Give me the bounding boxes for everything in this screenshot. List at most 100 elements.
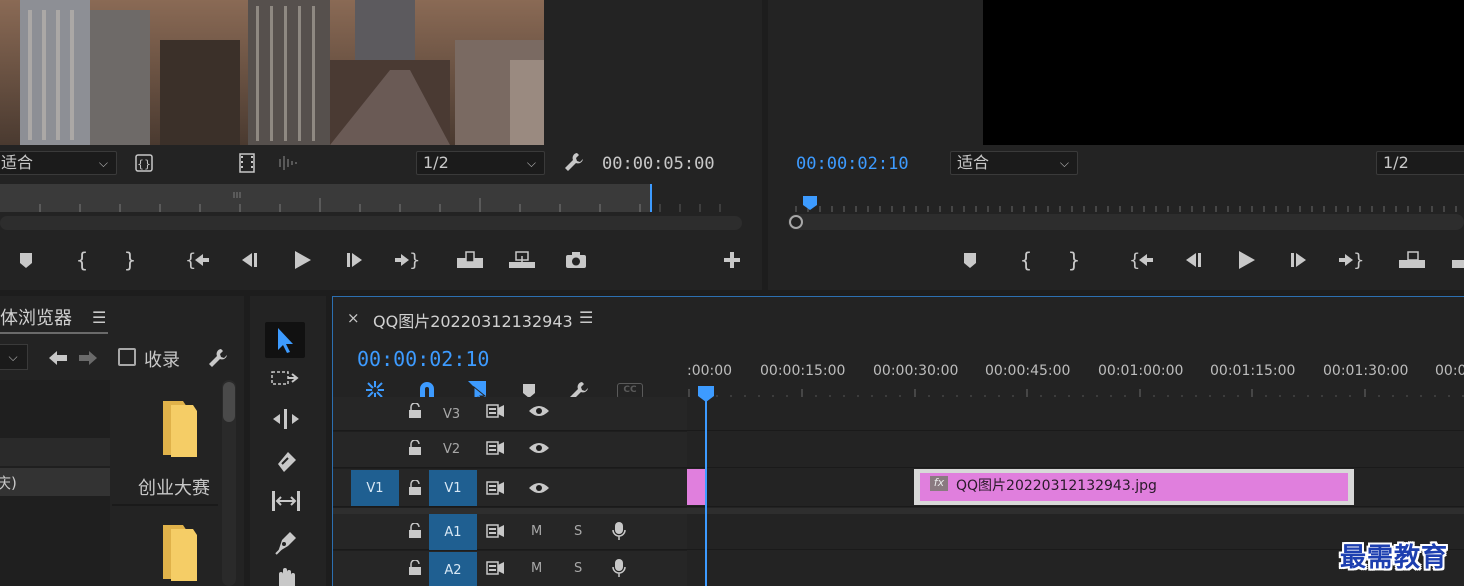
go-to-out-icon[interactable]: }	[1336, 248, 1364, 272]
program-fit-dropdown[interactable]: 适合 ⌵	[950, 151, 1078, 175]
back-arrow-icon[interactable]	[46, 346, 70, 370]
source-time-ruler[interactable]	[0, 184, 650, 212]
chevron-down-icon: ⌵	[1059, 156, 1069, 170]
play-icon[interactable]	[1232, 246, 1260, 274]
lane-v3[interactable]	[687, 397, 1464, 431]
source-scrollbar[interactable]	[0, 216, 742, 230]
program-timecode[interactable]: 00:00:02:10	[796, 154, 909, 174]
insert-icon[interactable]	[454, 248, 486, 272]
mute-button[interactable]: M	[531, 561, 542, 576]
solo-button[interactable]: S	[574, 524, 582, 539]
lock-icon[interactable]	[405, 558, 425, 578]
project-panel-tab-underline	[0, 332, 108, 334]
insert-bracket-icon[interactable]: {}	[133, 152, 155, 174]
track-select-tool-icon[interactable]	[268, 366, 304, 390]
wrench-icon[interactable]	[206, 346, 230, 370]
go-to-in-icon[interactable]: {	[184, 248, 212, 272]
eye-icon[interactable]	[527, 438, 551, 458]
step-back-icon[interactable]	[1180, 248, 1206, 272]
extract-icon[interactable]	[1448, 248, 1464, 272]
mark-in-icon[interactable]: {	[1014, 248, 1038, 272]
source-resolution-label: 1/2	[423, 153, 449, 172]
program-scrollbar[interactable]	[788, 214, 1464, 230]
lock-icon[interactable]	[405, 478, 425, 498]
sync-lock-icon[interactable]	[485, 478, 507, 498]
sequence-tab-title[interactable]: QQ图片20220312132943	[373, 308, 573, 332]
go-to-in-icon[interactable]: {	[1128, 248, 1156, 272]
lift-icon[interactable]	[1396, 248, 1428, 272]
program-resolution-dropdown[interactable]: 1/2	[1376, 151, 1464, 175]
step-back-icon[interactable]	[236, 248, 262, 272]
eye-icon[interactable]	[527, 401, 551, 421]
program-playhead[interactable]	[802, 195, 818, 211]
track-a1-target[interactable]: A1	[429, 514, 477, 550]
lock-icon[interactable]	[405, 401, 425, 421]
slip-tool-icon[interactable]	[268, 488, 304, 514]
project-scroll-thumb[interactable]	[223, 382, 235, 422]
audio-waveform-icon[interactable]	[272, 152, 300, 174]
lane-v2[interactable]	[687, 432, 1464, 468]
hand-tool-icon[interactable]	[268, 566, 304, 586]
timeline-playhead[interactable]	[697, 385, 715, 403]
timeline-playhead-line[interactable]	[705, 393, 707, 586]
track-v1-target[interactable]: V1	[429, 470, 477, 506]
mark-out-icon[interactable]: }	[118, 248, 142, 272]
sync-lock-icon[interactable]	[485, 438, 507, 458]
view-dropdown[interactable]: ⌵	[0, 344, 28, 370]
microphone-icon[interactable]	[609, 557, 629, 579]
source-ruler-tail	[650, 184, 750, 212]
clip-segment-start[interactable]	[687, 469, 705, 505]
sync-lock-icon[interactable]	[485, 401, 507, 421]
razor-tool-icon[interactable]	[268, 448, 304, 474]
film-strip-icon[interactable]	[236, 152, 258, 174]
step-forward-icon[interactable]	[342, 248, 368, 272]
folder-icon	[155, 398, 205, 458]
clip-body[interactable]: fx QQ图片20220312132943.jpg	[920, 473, 1348, 501]
camera-icon[interactable]	[562, 248, 590, 272]
folder-icon	[155, 522, 205, 582]
panel-menu-icon[interactable]: ☰	[579, 308, 593, 327]
favorites-checkbox[interactable]	[118, 348, 136, 366]
plus-icon[interactable]	[720, 248, 744, 272]
sync-lock-icon[interactable]	[485, 558, 507, 578]
folder-name-1: 创业大赛	[138, 478, 210, 499]
eye-icon[interactable]	[527, 478, 551, 498]
mute-button[interactable]: M	[531, 524, 542, 539]
go-to-out-icon[interactable]: }	[392, 248, 420, 272]
clip-selected-outline[interactable]: fx QQ图片20220312132943.jpg	[914, 469, 1354, 505]
program-time-ruler[interactable]	[788, 196, 1464, 212]
program-scroll-handle[interactable]	[789, 215, 803, 229]
tree-row-selected[interactable]	[0, 438, 110, 466]
track-v3-header: V3	[333, 397, 687, 431]
fx-badge: fx	[930, 476, 948, 491]
track-a2-target[interactable]: A2	[429, 552, 477, 586]
program-fit-label: 适合	[957, 153, 990, 172]
microphone-icon[interactable]	[609, 520, 629, 542]
add-marker-icon[interactable]	[958, 248, 982, 272]
source-monitor-panel: 适合 ⌵ {} 1/2 ⌵ 00:00:05:00 { } { }	[0, 0, 762, 290]
step-forward-icon[interactable]	[1286, 248, 1312, 272]
source-fit-label: 适合	[1, 153, 34, 172]
sync-lock-icon[interactable]	[485, 521, 507, 541]
lock-icon[interactable]	[405, 521, 425, 541]
source-v1-patch[interactable]: V1	[351, 470, 399, 506]
play-icon[interactable]	[288, 246, 316, 274]
source-resolution-dropdown[interactable]: 1/2 ⌵	[416, 151, 545, 175]
pen-tool-icon[interactable]	[268, 528, 304, 556]
chevron-down-icon: ⌵	[98, 156, 108, 170]
lock-icon[interactable]	[405, 438, 425, 458]
selection-tool-button[interactable]	[265, 322, 305, 358]
project-panel-title[interactable]: 体浏览器	[0, 304, 72, 330]
close-tab-icon[interactable]: ×	[347, 309, 360, 327]
source-fit-dropdown[interactable]: 适合 ⌵	[0, 151, 117, 175]
panel-menu-icon[interactable]: ☰	[92, 308, 106, 327]
solo-button[interactable]: S	[574, 561, 582, 576]
mark-in-icon[interactable]: {	[70, 248, 94, 272]
forward-arrow-icon[interactable]	[76, 346, 100, 370]
mark-out-icon[interactable]: }	[1062, 248, 1086, 272]
add-marker-icon[interactable]	[14, 248, 38, 272]
overwrite-icon[interactable]	[506, 248, 538, 272]
wrench-icon[interactable]	[562, 150, 586, 174]
ripple-edit-tool-icon[interactable]	[268, 406, 304, 432]
timeline-timecode[interactable]: 00:00:02:10	[357, 347, 489, 371]
